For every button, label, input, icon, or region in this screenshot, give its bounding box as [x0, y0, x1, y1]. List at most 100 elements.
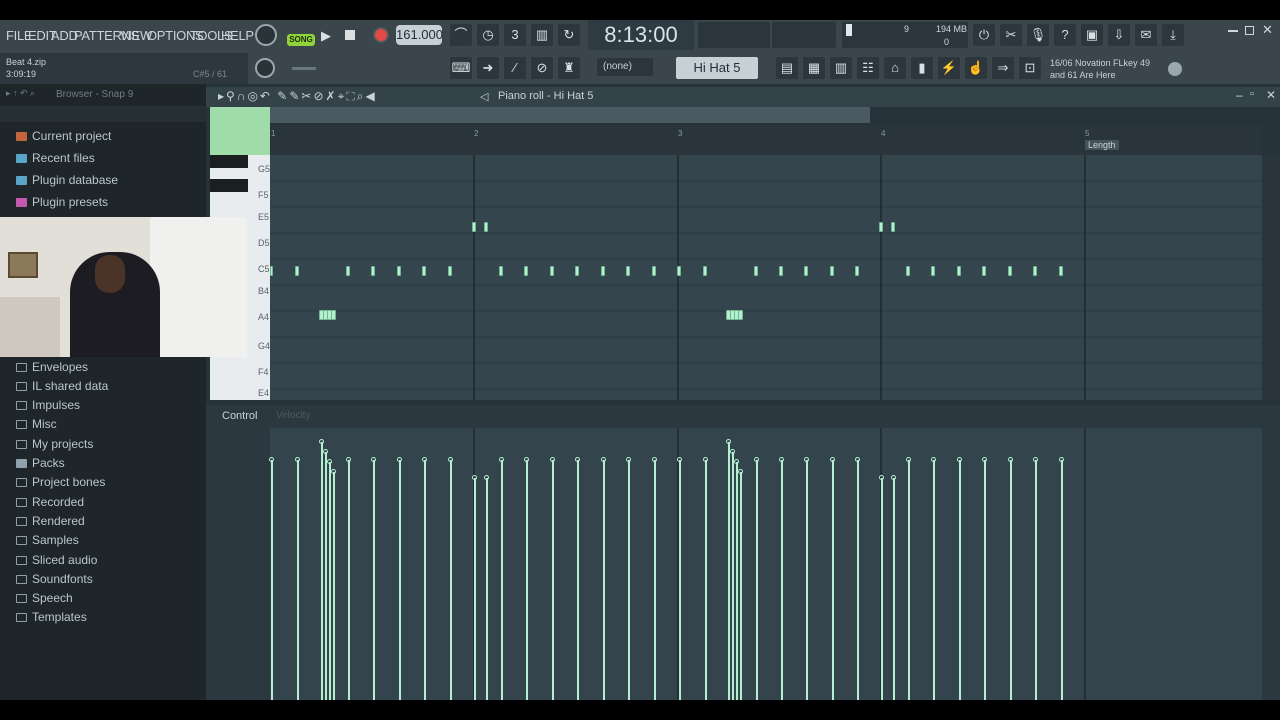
note[interactable] [601, 266, 605, 276]
browser-folder[interactable]: Samples [16, 533, 79, 547]
pattern-tab-corner[interactable] [210, 107, 270, 155]
velocity-bar[interactable] [654, 460, 656, 700]
browser-folder[interactable]: Envelopes [16, 360, 88, 374]
touch-keyboard-icon[interactable]: ☝ [965, 57, 987, 79]
velocity-lane[interactable] [269, 428, 1262, 700]
stop-icon[interactable] [345, 30, 355, 40]
note[interactable] [499, 266, 503, 276]
velocity-handle[interactable] [1008, 457, 1013, 462]
piano-roll-tools-icons[interactable]: ▸⚲∩◎↶ ✎✎✂⊘✗⌖⛶⌕◀ [218, 89, 377, 104]
velocity-handle[interactable] [855, 457, 860, 462]
velocity-bar[interactable] [679, 460, 681, 700]
velocity-handle[interactable] [982, 457, 987, 462]
browser-folder[interactable]: Rendered [16, 514, 85, 528]
velocity-bar[interactable] [984, 460, 986, 700]
tempo-display[interactable]: 161.000 [396, 25, 443, 45]
velocity-handle[interactable] [626, 457, 631, 462]
black-key[interactable] [210, 155, 248, 168]
velocity-bar[interactable] [321, 442, 323, 700]
velocity-bar[interactable] [325, 452, 327, 700]
chat-icon[interactable]: ✉ [1135, 24, 1157, 46]
note[interactable] [626, 266, 630, 276]
velocity-handle[interactable] [295, 457, 300, 462]
browser-folder[interactable]: Recorded [16, 495, 84, 509]
velocity-handle[interactable] [331, 469, 336, 474]
note[interactable] [677, 266, 681, 276]
note[interactable] [422, 266, 426, 276]
pitch-slider[interactable] [292, 67, 316, 70]
velocity-bar[interactable] [329, 462, 331, 700]
velocity-bar[interactable] [933, 460, 935, 700]
note[interactable] [524, 266, 528, 276]
note[interactable] [754, 266, 758, 276]
velocity-handle[interactable] [550, 457, 555, 462]
note[interactable] [484, 222, 488, 232]
cut-icon[interactable]: ✂ [1000, 24, 1022, 46]
length-marker[interactable]: Length [1085, 140, 1119, 150]
black-key[interactable] [210, 179, 248, 192]
velocity-handle[interactable] [323, 449, 328, 454]
arrow-icon[interactable]: ⇒ [992, 57, 1014, 79]
velocity-handle[interactable] [931, 457, 936, 462]
note[interactable] [906, 266, 910, 276]
vertical-scrollbar[interactable] [1262, 155, 1280, 400]
velocity-bar[interactable] [732, 452, 734, 700]
note[interactable] [738, 310, 743, 320]
velocity-bar[interactable] [474, 478, 476, 700]
velocity-handle[interactable] [652, 457, 657, 462]
note[interactable] [346, 266, 350, 276]
note[interactable] [703, 266, 707, 276]
velocity-handle[interactable] [726, 439, 731, 444]
browser-folder[interactable]: Misc [16, 417, 57, 431]
velocity-bar[interactable] [577, 460, 579, 700]
pattern-selector[interactable]: Hi Hat 5 [676, 57, 758, 79]
note[interactable] [830, 266, 834, 276]
note[interactable] [575, 266, 579, 276]
time-ruler[interactable]: 1 2 3 4 5 Length [270, 125, 1262, 155]
velocity-handle[interactable] [448, 457, 453, 462]
velocity-bar[interactable] [756, 460, 758, 700]
pianoroll-icon[interactable]: ▦ [803, 57, 825, 79]
browser-folder[interactable]: Impulses [16, 398, 80, 412]
velocity-bar[interactable] [857, 460, 859, 700]
velocity-handle[interactable] [346, 457, 351, 462]
velocity-handle[interactable] [754, 457, 759, 462]
velocity-handle[interactable] [269, 457, 274, 462]
velocity-bar[interactable] [628, 460, 630, 700]
pr-close-icon[interactable]: ✕ [1266, 88, 1276, 102]
velocity-bar[interactable] [501, 460, 503, 700]
velocity-bar[interactable] [806, 460, 808, 700]
note[interactable] [1008, 266, 1012, 276]
velocity-bar[interactable] [736, 462, 738, 700]
pr-minimize-icon[interactable]: – [1236, 88, 1243, 102]
velocity-bar[interactable] [1010, 460, 1012, 700]
velocity-handle[interactable] [804, 457, 809, 462]
velocity-bar[interactable] [728, 442, 730, 700]
velocity-bar[interactable] [881, 478, 883, 700]
velocity-bar[interactable] [486, 478, 488, 700]
velocity-bar[interactable] [297, 460, 299, 700]
velocity-bar[interactable] [399, 460, 401, 700]
browser-plugin-database[interactable]: Plugin database [16, 173, 118, 187]
globe-icon[interactable] [1168, 62, 1182, 76]
horizontal-scrollbar[interactable] [270, 107, 870, 123]
velocity-bar[interactable] [893, 478, 895, 700]
note[interactable] [270, 266, 273, 276]
save-icon[interactable]: ▣ [1081, 24, 1103, 46]
minimize-icon[interactable] [1228, 30, 1238, 32]
note-grid[interactable] [270, 155, 1262, 400]
song-mode-toggle[interactable]: SONG [287, 34, 315, 46]
velocity-bar[interactable] [1061, 460, 1063, 700]
note[interactable] [550, 266, 554, 276]
velocity-handle[interactable] [879, 475, 884, 480]
link-icon[interactable]: ⊘ [531, 57, 553, 79]
velocity-handle[interactable] [957, 457, 962, 462]
velocity-handle[interactable] [734, 459, 739, 464]
velocity-handle[interactable] [575, 457, 580, 462]
velocity-handle[interactable] [906, 457, 911, 462]
velocity-handle[interactable] [1033, 457, 1038, 462]
browser-folder[interactable]: Sliced audio [16, 553, 97, 567]
brush-icon[interactable]: ⁄ [504, 57, 526, 79]
menu-help[interactable]: HELP [221, 28, 254, 43]
velocity-bar[interactable] [552, 460, 554, 700]
